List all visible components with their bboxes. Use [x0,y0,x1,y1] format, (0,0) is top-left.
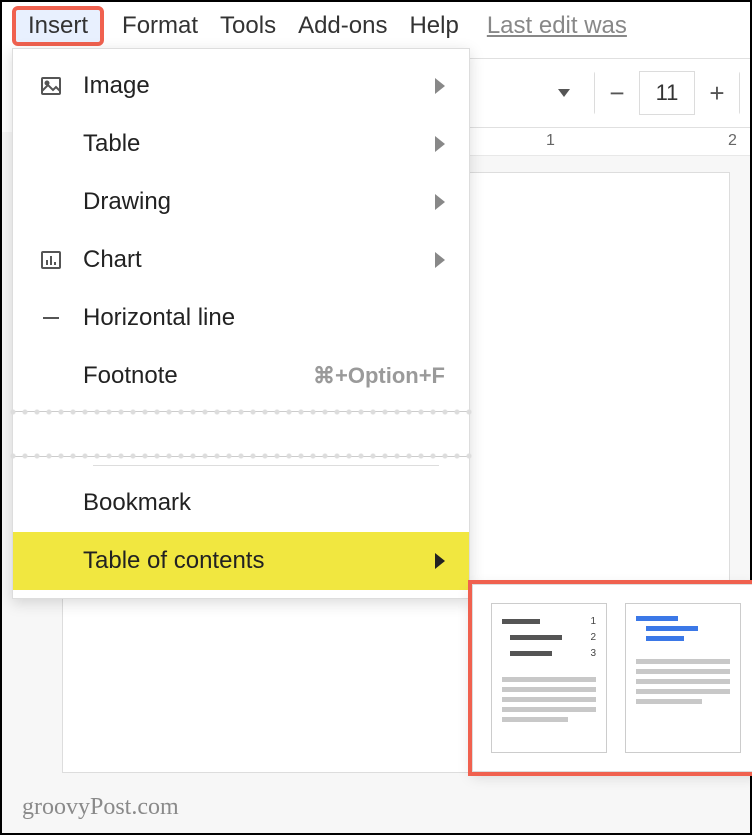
menu-item-image[interactable]: Image [13,57,469,115]
menu-item-table-of-contents[interactable]: Table of contents [13,532,469,590]
ruler-tick: 1 [546,132,555,150]
ruler-tick: 2 [728,132,737,150]
font-dropdown-caret-icon[interactable] [558,89,570,97]
chevron-right-icon [435,252,445,268]
menu-item-drawing[interactable]: Drawing [13,173,469,231]
watermark-text: groovyPost.com [22,794,179,821]
image-icon [31,74,71,98]
menu-help[interactable]: Help [409,12,458,40]
menu-item-label: Drawing [71,188,435,216]
menu-item-label: Bookmark [71,489,445,517]
font-size-decrease-button[interactable]: − [595,71,639,115]
font-size-increase-button[interactable]: + [695,71,739,115]
menu-item-label: Table of contents [71,547,435,575]
chevron-right-icon [435,194,445,210]
toc-submenu: 1 2 3 [472,584,752,772]
menu-item-label: Horizontal line [71,304,445,332]
torn-edge-gap [13,411,469,457]
menu-divider [93,465,439,466]
menu-item-table[interactable]: Table [13,115,469,173]
menu-item-shortcut: ⌘+Option+F [313,363,445,389]
toc-option-with-numbers[interactable]: 1 2 3 [491,603,607,753]
insert-menu-dropdown: Image Table Drawing Chart Horizontal lin… [12,48,470,599]
font-size-value[interactable]: 11 [639,71,695,115]
chart-icon [31,248,71,272]
toc-option-with-links[interactable] [625,603,741,753]
chevron-right-icon [435,136,445,152]
menu-item-bookmark[interactable]: Bookmark [13,474,469,532]
menu-bar: Insert Format Tools Add-ons Help Last ed… [2,2,750,48]
menu-item-horizontal-line[interactable]: Horizontal line [13,289,469,347]
ruler: 1 2 [470,128,750,156]
font-size-stepper[interactable]: − 11 + [594,71,740,115]
menu-item-chart[interactable]: Chart [13,231,469,289]
menu-addons[interactable]: Add-ons [298,12,387,40]
horizontal-line-icon [31,306,71,330]
chevron-right-icon [435,553,445,569]
chevron-right-icon [435,78,445,94]
last-edit-link[interactable]: Last edit was [487,12,627,40]
menu-insert[interactable]: Insert [16,10,100,42]
menu-item-label: Footnote [71,362,313,390]
toolbar: − 11 + [470,58,750,128]
menu-item-label: Table [71,130,435,158]
menu-item-footnote[interactable]: Footnote ⌘+Option+F [13,347,469,405]
menu-tools[interactable]: Tools [220,12,276,40]
menu-item-label: Chart [71,246,435,274]
menu-item-label: Image [71,72,435,100]
menu-format[interactable]: Format [122,12,198,40]
